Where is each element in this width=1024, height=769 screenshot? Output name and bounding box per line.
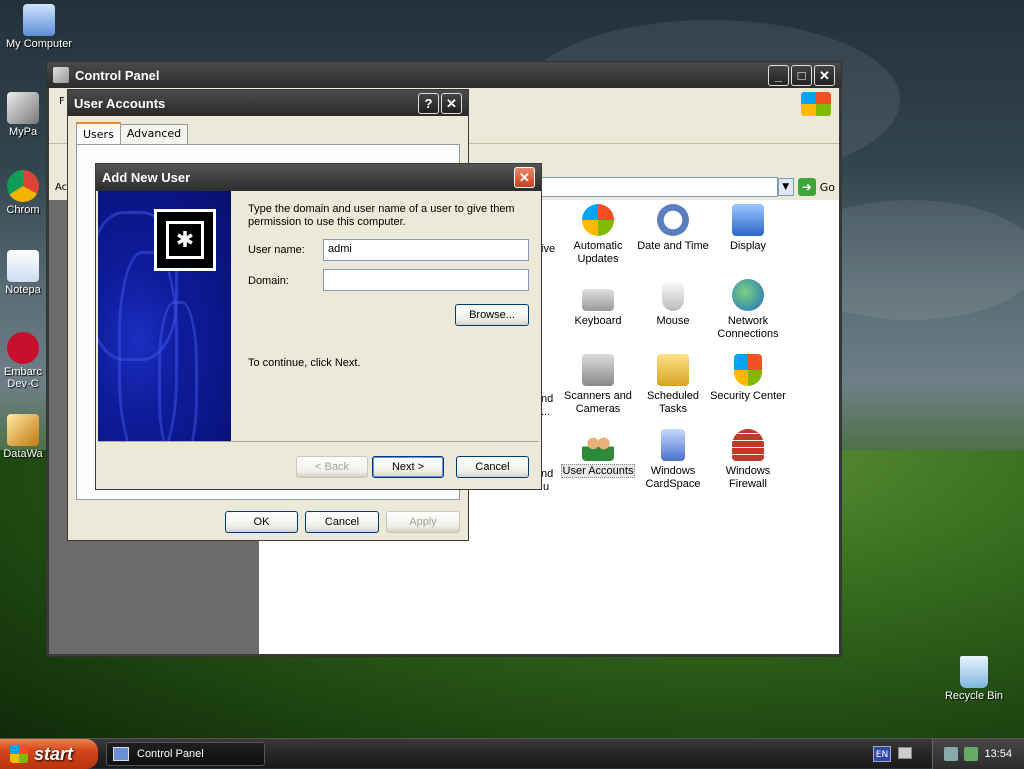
windows-flag-icon: [10, 745, 28, 763]
taskbar-item-control-panel[interactable]: Control Panel: [106, 742, 265, 766]
wizard-banner: ✱: [98, 191, 231, 441]
desktop-icon-embarcadero[interactable]: Embarc Dev-C: [0, 332, 46, 390]
cut-label: nd: [541, 393, 554, 405]
add-new-user-titlebar[interactable]: Add New User ✕: [96, 164, 541, 191]
my-computer-icon: [23, 4, 55, 36]
datawa-icon: [7, 414, 39, 446]
cp-item-keyboard[interactable]: Keyboard: [559, 279, 637, 328]
network-tray-icon[interactable]: [944, 747, 959, 761]
wizard-content: Type the domain and user name of a user …: [231, 191, 539, 441]
apply-button[interactable]: Apply: [386, 511, 460, 533]
cut-label: ive: [541, 243, 556, 255]
cancel-button[interactable]: Cancel: [456, 456, 529, 478]
wizard-logo-icon: ✱: [154, 209, 216, 271]
control-panel-icon: [53, 67, 69, 83]
cp-item-user-accounts[interactable]: User Accounts: [559, 429, 637, 478]
cp-item-date-and-time[interactable]: Date and Time: [634, 204, 712, 253]
cp-item-display[interactable]: Display: [709, 204, 787, 253]
scanners-cameras-icon: [582, 354, 614, 386]
cp-item-scanners-and-cameras[interactable]: Scanners and Cameras: [559, 354, 637, 416]
wizard-footer: < Back Next > Cancel: [98, 441, 539, 487]
domain-label: Domain:: [248, 275, 289, 287]
continue-hint: To continue, click Next.: [248, 357, 361, 369]
cp-item-windows-cardspace[interactable]: Windows CardSpace: [634, 429, 712, 491]
user-accounts-titlebar[interactable]: User Accounts ? ✕: [68, 90, 468, 116]
user-accounts-tabs: Users Advanced: [76, 122, 189, 144]
desktop-icon-mypa[interactable]: MyPa: [0, 92, 46, 138]
user-accounts-icon: [582, 429, 614, 461]
banner-streak: [158, 301, 198, 441]
cp-item-security-center[interactable]: Security Center: [709, 354, 787, 403]
network-connections-icon: [732, 279, 764, 311]
cp-item-network-connections[interactable]: Network Connections: [709, 279, 787, 341]
start-button[interactable]: start: [0, 739, 98, 769]
go-arrow-icon: ➜: [797, 178, 816, 196]
address-dropdown-icon[interactable]: ▼: [777, 178, 794, 196]
browse-button[interactable]: Browse...: [455, 304, 529, 326]
automatic-updates-icon: [582, 204, 614, 236]
maximize-button[interactable]: □: [791, 64, 812, 86]
security-center-icon: [734, 354, 762, 386]
desktop-icon-notepad[interactable]: Notepa: [0, 250, 46, 296]
control-panel-title: Control Panel: [75, 67, 160, 83]
help-button[interactable]: ?: [418, 92, 439, 114]
scheduled-tasks-icon: [657, 354, 689, 386]
ok-button[interactable]: OK: [225, 511, 298, 533]
user-accounts-title: User Accounts: [74, 95, 166, 111]
notepad-icon: [7, 250, 39, 282]
display-icon: [732, 204, 764, 236]
back-button[interactable]: < Back: [296, 456, 368, 478]
mouse-icon: [662, 279, 684, 311]
cut-label: ...: [541, 406, 551, 418]
cut-label: u: [543, 481, 550, 493]
control-panel-task-icon: [113, 747, 129, 761]
date-time-icon: [657, 204, 689, 236]
wizard-description: Type the domain and user name of a user …: [248, 203, 515, 228]
cp-item-mouse[interactable]: Mouse: [634, 279, 712, 328]
cp-item-automatic-updates[interactable]: Automatic Updates: [559, 204, 637, 266]
desktop-icon-recycle-bin[interactable]: Recycle Bin: [935, 656, 1013, 702]
asterisk-key-icon: ✱: [166, 221, 204, 259]
cp-item-scheduled-tasks[interactable]: Scheduled Tasks: [634, 354, 712, 416]
desktop-icon-my-computer[interactable]: My Computer: [0, 4, 78, 50]
desktop-icon-datawa[interactable]: DataWa: [0, 414, 46, 460]
address-label: Ac: [55, 182, 68, 193]
username-input[interactable]: admi: [323, 239, 529, 261]
clock[interactable]: 13:54: [984, 748, 1012, 760]
tab-users[interactable]: Users: [76, 122, 121, 144]
mypa-icon: [7, 92, 39, 124]
language-indicator[interactable]: EN: [873, 746, 891, 762]
cp-item-windows-firewall[interactable]: Windows Firewall: [709, 429, 787, 491]
taskbar: start Control Panel EN 13:54: [0, 738, 1024, 769]
add-new-user-dialog[interactable]: Add New User ✕ ✱ Type the domain and use…: [95, 163, 542, 490]
minimize-button[interactable]: _: [768, 64, 789, 86]
control-panel-titlebar[interactable]: Control Panel _ □ ✕: [47, 62, 841, 88]
embarcadero-icon: [7, 332, 39, 364]
keyboard-layout-icon[interactable]: [898, 747, 912, 759]
recycle-bin-icon: [960, 656, 988, 688]
username-label: User name:: [248, 244, 305, 256]
go-button[interactable]: ➜ Go: [797, 178, 835, 196]
menu-fragment[interactable]: F: [59, 96, 65, 107]
next-button[interactable]: Next >: [372, 456, 444, 478]
system-tray: 13:54: [932, 739, 1024, 769]
windows-logo-icon: [801, 92, 831, 116]
close-button[interactable]: ✕: [814, 64, 835, 86]
add-new-user-title: Add New User: [102, 170, 191, 185]
keyboard-icon: [582, 289, 614, 311]
tab-advanced[interactable]: Advanced: [119, 124, 189, 144]
safely-remove-tray-icon[interactable]: [964, 747, 979, 761]
close-button[interactable]: ✕: [514, 167, 535, 188]
cut-label: nd: [541, 468, 554, 480]
cardspace-icon: [661, 429, 685, 461]
domain-input[interactable]: [323, 269, 529, 291]
close-button[interactable]: ✕: [441, 92, 462, 114]
firewall-icon: [732, 429, 764, 461]
desktop-icon-chrome[interactable]: Chrom: [0, 170, 46, 216]
chrome-icon: [7, 170, 39, 202]
cancel-button[interactable]: Cancel: [305, 511, 379, 533]
